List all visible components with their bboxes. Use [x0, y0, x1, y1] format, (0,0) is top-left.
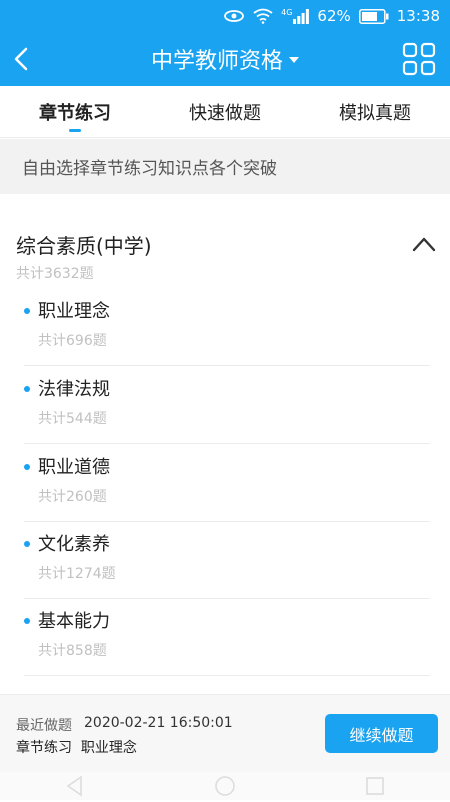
chapter-count: 共计260题	[38, 489, 107, 505]
dropdown-caret-icon	[289, 57, 299, 63]
recent-location: 章节练习 职业理念	[16, 740, 137, 756]
nav-back-icon[interactable]	[63, 774, 87, 798]
chapter-item[interactable]: 基本能力 共计858题	[24, 598, 430, 676]
section-count: 共计3632题	[16, 266, 94, 282]
recent-time: 2020-02-21 16:50:01	[84, 715, 233, 731]
system-nav-bar	[0, 772, 450, 800]
chapter-name: 法律法规	[38, 379, 110, 400]
tab-bar: 章节练习 快速做题 模拟真题	[0, 86, 450, 138]
chevron-up-icon[interactable]	[412, 236, 436, 252]
bullet-icon	[24, 386, 30, 392]
recent-practice-bar: 最近做题 2020-02-21 16:50:01 章节练习 职业理念 继续做题	[0, 694, 450, 772]
tab-mock-exam[interactable]: 模拟真题	[300, 86, 450, 137]
chapter-item[interactable]: 职业理念 共计696题	[24, 288, 430, 366]
chapter-item[interactable]: 法律法规 共计544题	[24, 366, 430, 444]
subject-selector[interactable]: 中学教师资格	[151, 43, 299, 75]
battery-percent: 62%	[317, 7, 351, 25]
chapter-count: 共计858题	[38, 643, 107, 659]
signal-icon: 4G	[281, 7, 310, 24]
wifi-icon	[253, 8, 273, 24]
chapter-name: 职业理念	[38, 301, 110, 322]
bullet-icon	[24, 308, 30, 314]
bullet-icon	[24, 464, 30, 470]
bullet-icon	[24, 618, 30, 624]
back-icon[interactable]	[6, 44, 36, 74]
tab-quick-practice[interactable]: 快速做题	[150, 86, 300, 137]
chapter-count: 共计696题	[38, 333, 107, 349]
clock-time: 13:38	[396, 7, 440, 25]
nav-home-icon[interactable]	[213, 774, 237, 798]
chapter-name: 文化素养	[38, 534, 110, 555]
chapter-name: 职业道德	[38, 457, 110, 478]
chapter-name: 基本能力	[38, 611, 110, 632]
recent-label: 最近做题	[16, 718, 72, 734]
page-title: 中学教师资格	[150, 49, 283, 74]
battery-icon	[358, 8, 389, 24]
chapter-item[interactable]: 职业道德 共计260题	[24, 444, 430, 522]
chapter-count: 共计1274题	[38, 566, 116, 582]
tab-chapter-practice[interactable]: 章节练习	[0, 86, 150, 137]
section-title[interactable]: 综合素质(中学)	[16, 230, 152, 259]
status-bar: 4G 62% 13:38	[0, 0, 450, 32]
chapter-count: 共计544题	[38, 411, 107, 427]
grid-menu-icon[interactable]	[402, 42, 436, 76]
network-type: 4G	[281, 7, 293, 17]
continue-button[interactable]: 继续做题	[325, 714, 438, 753]
nav-recent-icon[interactable]	[363, 774, 387, 798]
app-bar: 中学教师资格	[0, 32, 450, 86]
bullet-icon	[24, 541, 30, 547]
hint-banner: 自由选择章节练习知识点各个突破	[0, 139, 450, 194]
eye-icon	[223, 9, 245, 23]
chapter-item[interactable]: 文化素养 共计1274题	[24, 521, 430, 599]
